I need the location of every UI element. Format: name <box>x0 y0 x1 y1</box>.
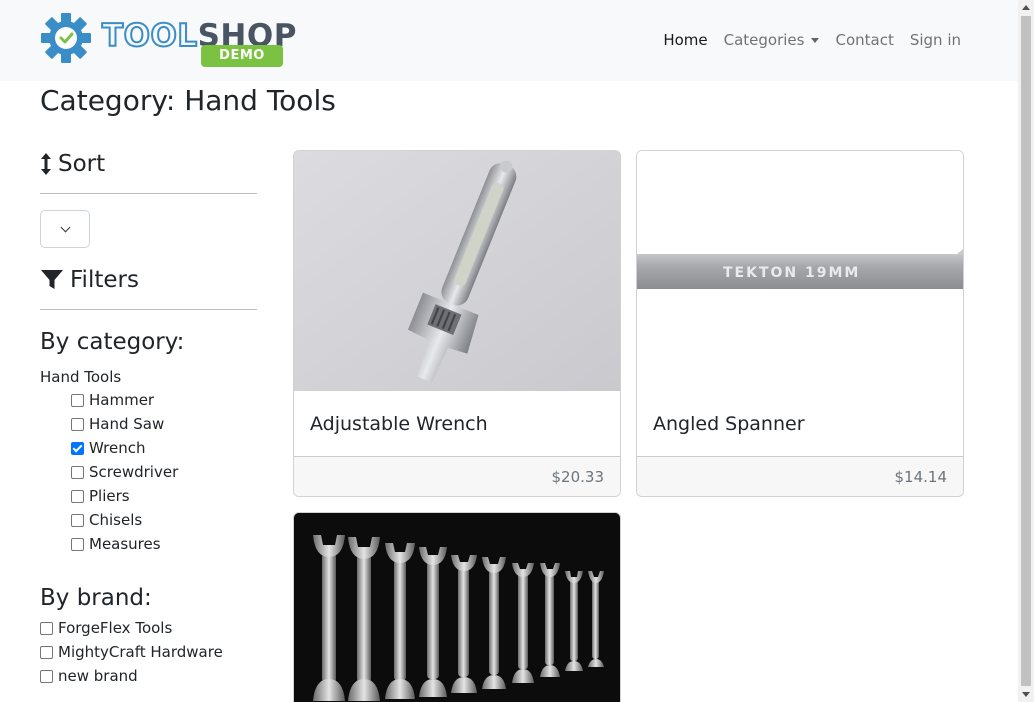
product-price-bar: $20.33 <box>294 456 620 496</box>
brand-filter-option[interactable]: MightyCraft Hardware <box>40 640 257 664</box>
product-card[interactable] <box>293 512 621 702</box>
product-image: TEKTON 19MM <box>637 151 963 391</box>
filter-funnel-icon <box>41 270 63 289</box>
category-checkbox[interactable] <box>71 537 84 551</box>
brand-checkbox-list: ForgeFlex Tools MightyCraft Hardware new b… <box>40 616 257 688</box>
nav-home-link[interactable]: Home <box>655 31 715 49</box>
nav-categories-dropdown[interactable]: Categories <box>716 31 828 49</box>
brand-checkbox[interactable] <box>40 645 53 659</box>
category-checkbox[interactable] <box>71 465 84 479</box>
sort-heading-label: Sort <box>58 151 106 177</box>
nav-categories-label: Categories <box>723 31 805 49</box>
category-checkbox[interactable] <box>71 441 84 455</box>
spanner-set-image <box>294 513 620 702</box>
spanner-engraving: TEKTON 19MM <box>723 265 860 281</box>
filters-heading: Filters <box>40 262 257 298</box>
product-name: Angled Spanner <box>653 412 805 435</box>
parent-category-label: Hand Tools <box>40 368 122 386</box>
toolshop-logo[interactable]: TOOLSHOP DEMO <box>40 12 296 70</box>
category-filter-option[interactable]: Pliers <box>40 484 257 508</box>
category-checkbox-list: Hammer Hand Saw Wrench Screwdriver Pliers Chi… <box>40 388 257 556</box>
scroll-down-arrow-icon[interactable] <box>1022 692 1030 697</box>
category-checkbox[interactable] <box>71 489 84 503</box>
category-checkbox[interactable] <box>71 513 84 527</box>
scroll-up-arrow-icon[interactable] <box>1022 5 1030 10</box>
sort-heading: Sort <box>40 146 257 182</box>
product-price: $20.33 <box>551 467 605 486</box>
product-card[interactable]: Adjustable Wrench $20.33 <box>293 150 621 497</box>
sort-arrows-icon <box>41 153 51 175</box>
chevron-down-icon <box>60 222 70 232</box>
nav-signin-link[interactable]: Sign in <box>902 31 969 49</box>
nav-contact-link[interactable]: Contact <box>827 31 901 49</box>
logo-demo-badge: DEMO <box>201 45 283 67</box>
product-price-bar: $14.14 <box>637 456 963 496</box>
sidebar: Sort Filters By category: Hand Tools Ham… <box>40 146 257 688</box>
category-filter-option[interactable]: Chisels <box>40 508 257 532</box>
sort-select[interactable] <box>40 210 90 248</box>
category-option-label: Screwdriver <box>89 463 179 481</box>
brand-option-label: ForgeFlex Tools <box>58 619 173 637</box>
category-filter-option[interactable]: Measures <box>40 532 257 556</box>
category-checkbox[interactable] <box>71 393 84 407</box>
category-filter-option[interactable]: Wrench <box>40 436 257 460</box>
brand-filter-option[interactable]: new brand <box>40 664 257 688</box>
product-card[interactable]: TEKTON 19MM Angled Spanner $14.14 <box>636 150 964 497</box>
category-option-label: Hand Saw <box>89 415 165 433</box>
category-filter-option[interactable]: Screwdriver <box>40 460 257 484</box>
adjustable-wrench-image <box>294 151 620 391</box>
category-option-label: Wrench <box>89 439 146 457</box>
category-option-label: Hammer <box>89 391 155 409</box>
product-name: Adjustable Wrench <box>310 412 488 435</box>
sort-divider <box>40 193 257 194</box>
category-filter-option[interactable]: Hand Saw <box>40 412 257 436</box>
brand-option-label: new brand <box>58 667 138 685</box>
scroll-thumb[interactable] <box>1021 16 1031 686</box>
product-image <box>294 513 620 702</box>
brand-option-label: MightyCraft Hardware <box>58 643 223 661</box>
page-title: Category: Hand Tools <box>40 84 336 117</box>
caret-down-icon <box>811 37 820 43</box>
category-option-label: Measures <box>89 535 161 553</box>
by-brand-heading: By brand: <box>40 585 152 611</box>
category-filter-option[interactable]: Hammer <box>40 388 257 412</box>
gear-check-icon <box>41 13 91 63</box>
filters-heading-label: Filters <box>70 267 139 293</box>
by-category-heading: By category: <box>40 329 185 355</box>
product-price: $14.14 <box>894 467 948 486</box>
brand-checkbox[interactable] <box>40 669 53 683</box>
page-scrollbar[interactable] <box>1018 0 1034 702</box>
angled-spanner-image: TEKTON 19MM <box>637 151 963 391</box>
brand-checkbox[interactable] <box>40 621 53 635</box>
filters-divider <box>40 309 257 310</box>
navbar: TOOLSHOP DEMO Home Categories Contact Si… <box>0 0 1018 81</box>
main-nav: Home Categories Contact Sign in <box>655 31 969 49</box>
category-option-label: Pliers <box>89 487 130 505</box>
category-checkbox[interactable] <box>71 417 84 431</box>
product-image <box>294 151 620 391</box>
brand-filter-option[interactable]: ForgeFlex Tools <box>40 616 257 640</box>
category-option-label: Chisels <box>89 511 143 529</box>
